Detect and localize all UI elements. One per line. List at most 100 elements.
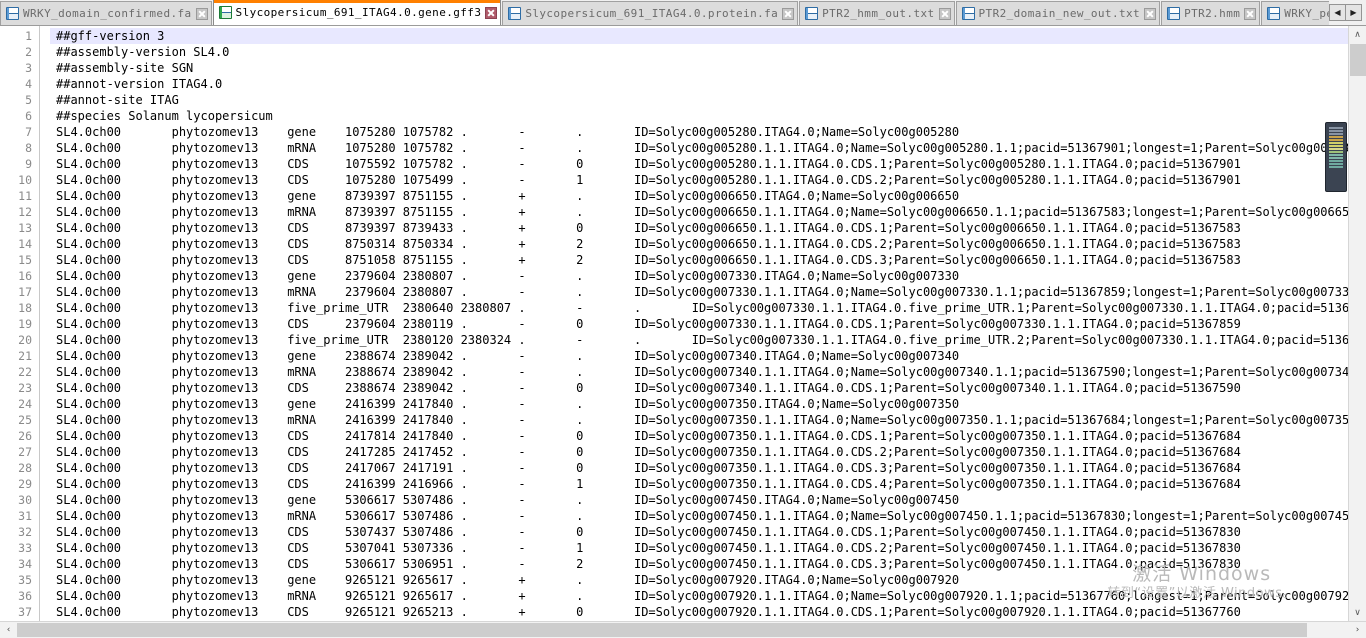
code-line[interactable]: SL4.0ch00 phytozomev13 gene 8739397 8751…	[50, 188, 1366, 204]
code-text-area[interactable]: ##gff-version 3 ##assembly-version SL4.0 #…	[50, 26, 1366, 621]
code-line[interactable]: SL4.0ch00 phytozomev13 mRNA 1075280 1075…	[50, 140, 1366, 156]
scroll-up-button[interactable]: ∧	[1349, 26, 1366, 43]
line-number: 26	[18, 429, 32, 443]
document-map-line	[1329, 127, 1343, 129]
code-line[interactable]: SL4.0ch00 phytozomev13 gene 2416399 2417…	[50, 396, 1366, 412]
tab-scroll-right-button[interactable]: ▶	[1345, 3, 1362, 21]
document-map-line	[1329, 139, 1343, 141]
code-line[interactable]: SL4.0ch00 phytozomev13 CDS 2417067 24171…	[50, 460, 1366, 476]
tab-6[interactable]: PTR2.hmm	[1161, 1, 1261, 25]
line-number: 21	[18, 349, 32, 363]
tab-4[interactable]: PTR2_hmm_out.txt	[799, 1, 955, 25]
code-line[interactable]: SL4.0ch00 phytozomev13 CDS 2417814 24178…	[50, 428, 1366, 444]
line-number: 28	[18, 461, 32, 475]
code-line[interactable]: ##assembly-version SL4.0	[50, 44, 1366, 60]
code-line[interactable]: SL4.0ch00 phytozomev13 mRNA 8739397 8751…	[50, 204, 1366, 220]
code-line[interactable]: SL4.0ch00 phytozomev13 five_prime_UTR 23…	[50, 332, 1366, 348]
tab-3[interactable]: Slycopersicum_691_ITAG4.0.protein.fa	[502, 1, 799, 25]
vertical-scrollbar-thumb[interactable]	[1350, 44, 1366, 76]
code-line[interactable]: SL4.0ch00 phytozomev13 CDS 8750314 87503…	[50, 236, 1366, 252]
code-line[interactable]: SL4.0ch00 phytozomev13 five_prime_UTR 23…	[50, 300, 1366, 316]
tab-strip: WRKY_domain_confirmed.fa Slycopersicum_69…	[0, 0, 1329, 25]
close-icon[interactable]	[938, 7, 951, 20]
tab-2[interactable]: Slycopersicum_691_ITAG4.0.gene.gff3	[212, 0, 502, 25]
line-number: 17	[18, 285, 32, 299]
floppy-disk-icon	[1167, 7, 1181, 20]
close-icon[interactable]	[1244, 7, 1257, 20]
tab-label: Slycopersicum_691_ITAG4.0.gene.gff3	[235, 6, 482, 19]
code-line[interactable]: SL4.0ch00 phytozomev13 mRNA 9265121 9265…	[50, 588, 1366, 604]
code-line[interactable]: SL4.0ch00 phytozomev13 CDS 2417285 24174…	[50, 444, 1366, 460]
tab-7[interactable]: WRKY_pep_need_to_confirm.fa	[1261, 1, 1329, 25]
tab-1[interactable]: WRKY_domain_confirmed.fa	[0, 1, 212, 25]
line-number: 4	[25, 77, 32, 91]
line-number: 2	[25, 45, 32, 59]
code-line[interactable]: SL4.0ch00 phytozomev13 CDS 5307041 53073…	[50, 540, 1366, 556]
code-line[interactable]: SL4.0ch00 phytozomev13 CDS 8739397 87394…	[50, 220, 1366, 236]
code-line[interactable]: SL4.0ch00 phytozomev13 mRNA 2379604 2380…	[50, 284, 1366, 300]
scroll-right-button[interactable]: ›	[1349, 622, 1366, 638]
code-line[interactable]: SL4.0ch00 phytozomev13 gene 9265121 9265…	[50, 572, 1366, 588]
code-line[interactable]: SL4.0ch00 phytozomev13 CDS 2379604 23801…	[50, 316, 1366, 332]
code-line[interactable]: SL4.0ch00 phytozomev13 mRNA 2416399 2417…	[50, 412, 1366, 428]
line-number: 36	[18, 589, 32, 603]
close-icon[interactable]	[1144, 7, 1157, 20]
horizontal-scrollbar[interactable]: ‹ ›	[0, 621, 1366, 638]
horizontal-scrollbar-thumb[interactable]	[17, 623, 1307, 637]
line-number: 10	[18, 173, 32, 187]
line-number: 12	[18, 205, 32, 219]
tab-5[interactable]: PTR2_domain_new_out.txt	[955, 1, 1161, 25]
code-line[interactable]: SL4.0ch00 phytozomev13 gene 2379604 2380…	[50, 268, 1366, 284]
line-number: 13	[18, 221, 32, 235]
line-number: 30	[18, 493, 32, 507]
code-line[interactable]: SL4.0ch00 phytozomev13 CDS 5307437 53074…	[50, 524, 1366, 540]
line-number: 34	[18, 557, 32, 571]
code-line[interactable]: SL4.0ch00 phytozomev13 CDS 2388674 23890…	[50, 380, 1366, 396]
line-number: 7	[25, 125, 32, 139]
document-map-line	[1329, 160, 1343, 162]
code-line[interactable]: SL4.0ch00 phytozomev13 CDS 1075280 10754…	[50, 172, 1366, 188]
vertical-scrollbar[interactable]: ∧ ∨	[1348, 26, 1366, 621]
document-map-line	[1329, 136, 1343, 138]
code-folding-margin[interactable]	[40, 26, 50, 621]
code-line[interactable]: ##assembly-site SGN	[50, 60, 1366, 76]
code-line[interactable]: SL4.0ch00 phytozomev13 CDS 8751058 87511…	[50, 252, 1366, 268]
code-line[interactable]: SL4.0ch00 phytozomev13 CDS 2416399 24169…	[50, 476, 1366, 492]
code-line[interactable]: ##species Solanum lycopersicum	[50, 108, 1366, 124]
line-number: 9	[25, 157, 32, 171]
code-line[interactable]: SL4.0ch00 phytozomev13 CDS 1075592 10757…	[50, 156, 1366, 172]
code-line[interactable]: ##gff-version 3	[50, 28, 1366, 44]
document-map-line	[1329, 163, 1343, 165]
floppy-disk-icon	[218, 6, 232, 19]
horizontal-scrollbar-track[interactable]	[17, 622, 1349, 638]
code-line[interactable]: SL4.0ch00 phytozomev13 mRNA 5306617 5307…	[50, 508, 1366, 524]
line-number: 11	[18, 189, 32, 203]
code-line[interactable]: SL4.0ch00 phytozomev13 CDS 9265121 92652…	[50, 604, 1366, 620]
close-icon[interactable]	[195, 7, 208, 20]
code-line[interactable]: ##annot-site ITAG	[50, 92, 1366, 108]
code-line[interactable]: SL4.0ch00 phytozomev13 gene 2388674 2389…	[50, 348, 1366, 364]
line-number: 3	[25, 61, 32, 75]
line-number: 6	[25, 109, 32, 123]
scroll-left-button[interactable]: ‹	[0, 622, 17, 638]
tab-scroll-left-button[interactable]: ◀	[1329, 3, 1346, 21]
close-icon[interactable]	[485, 6, 498, 19]
line-number: 16	[18, 269, 32, 283]
scroll-down-button[interactable]: ∨	[1349, 604, 1366, 621]
document-map-line	[1329, 130, 1343, 132]
code-line[interactable]: ##annot-version ITAG4.0	[50, 76, 1366, 92]
close-icon[interactable]	[782, 7, 795, 20]
code-line[interactable]: SL4.0ch00 phytozomev13 gene 1075280 1075…	[50, 124, 1366, 140]
tab-label: PTR2_hmm_out.txt	[822, 7, 935, 20]
line-number: 31	[18, 509, 32, 523]
line-number: 18	[18, 301, 32, 315]
line-number: 32	[18, 525, 32, 539]
document-map-line	[1329, 157, 1343, 159]
code-line[interactable]: SL4.0ch00 phytozomev13 CDS 5306617 53069…	[50, 556, 1366, 572]
code-line[interactable]: SL4.0ch00 phytozomev13 gene 5306617 5307…	[50, 492, 1366, 508]
tab-label: WRKY_domain_confirmed.fa	[23, 7, 192, 20]
code-line[interactable]: SL4.0ch00 phytozomev13 mRNA 2388674 2389…	[50, 364, 1366, 380]
document-map[interactable]	[1325, 122, 1347, 192]
document-map-line	[1329, 133, 1343, 135]
tab-bar: WRKY_domain_confirmed.fa Slycopersicum_69…	[0, 0, 1366, 26]
